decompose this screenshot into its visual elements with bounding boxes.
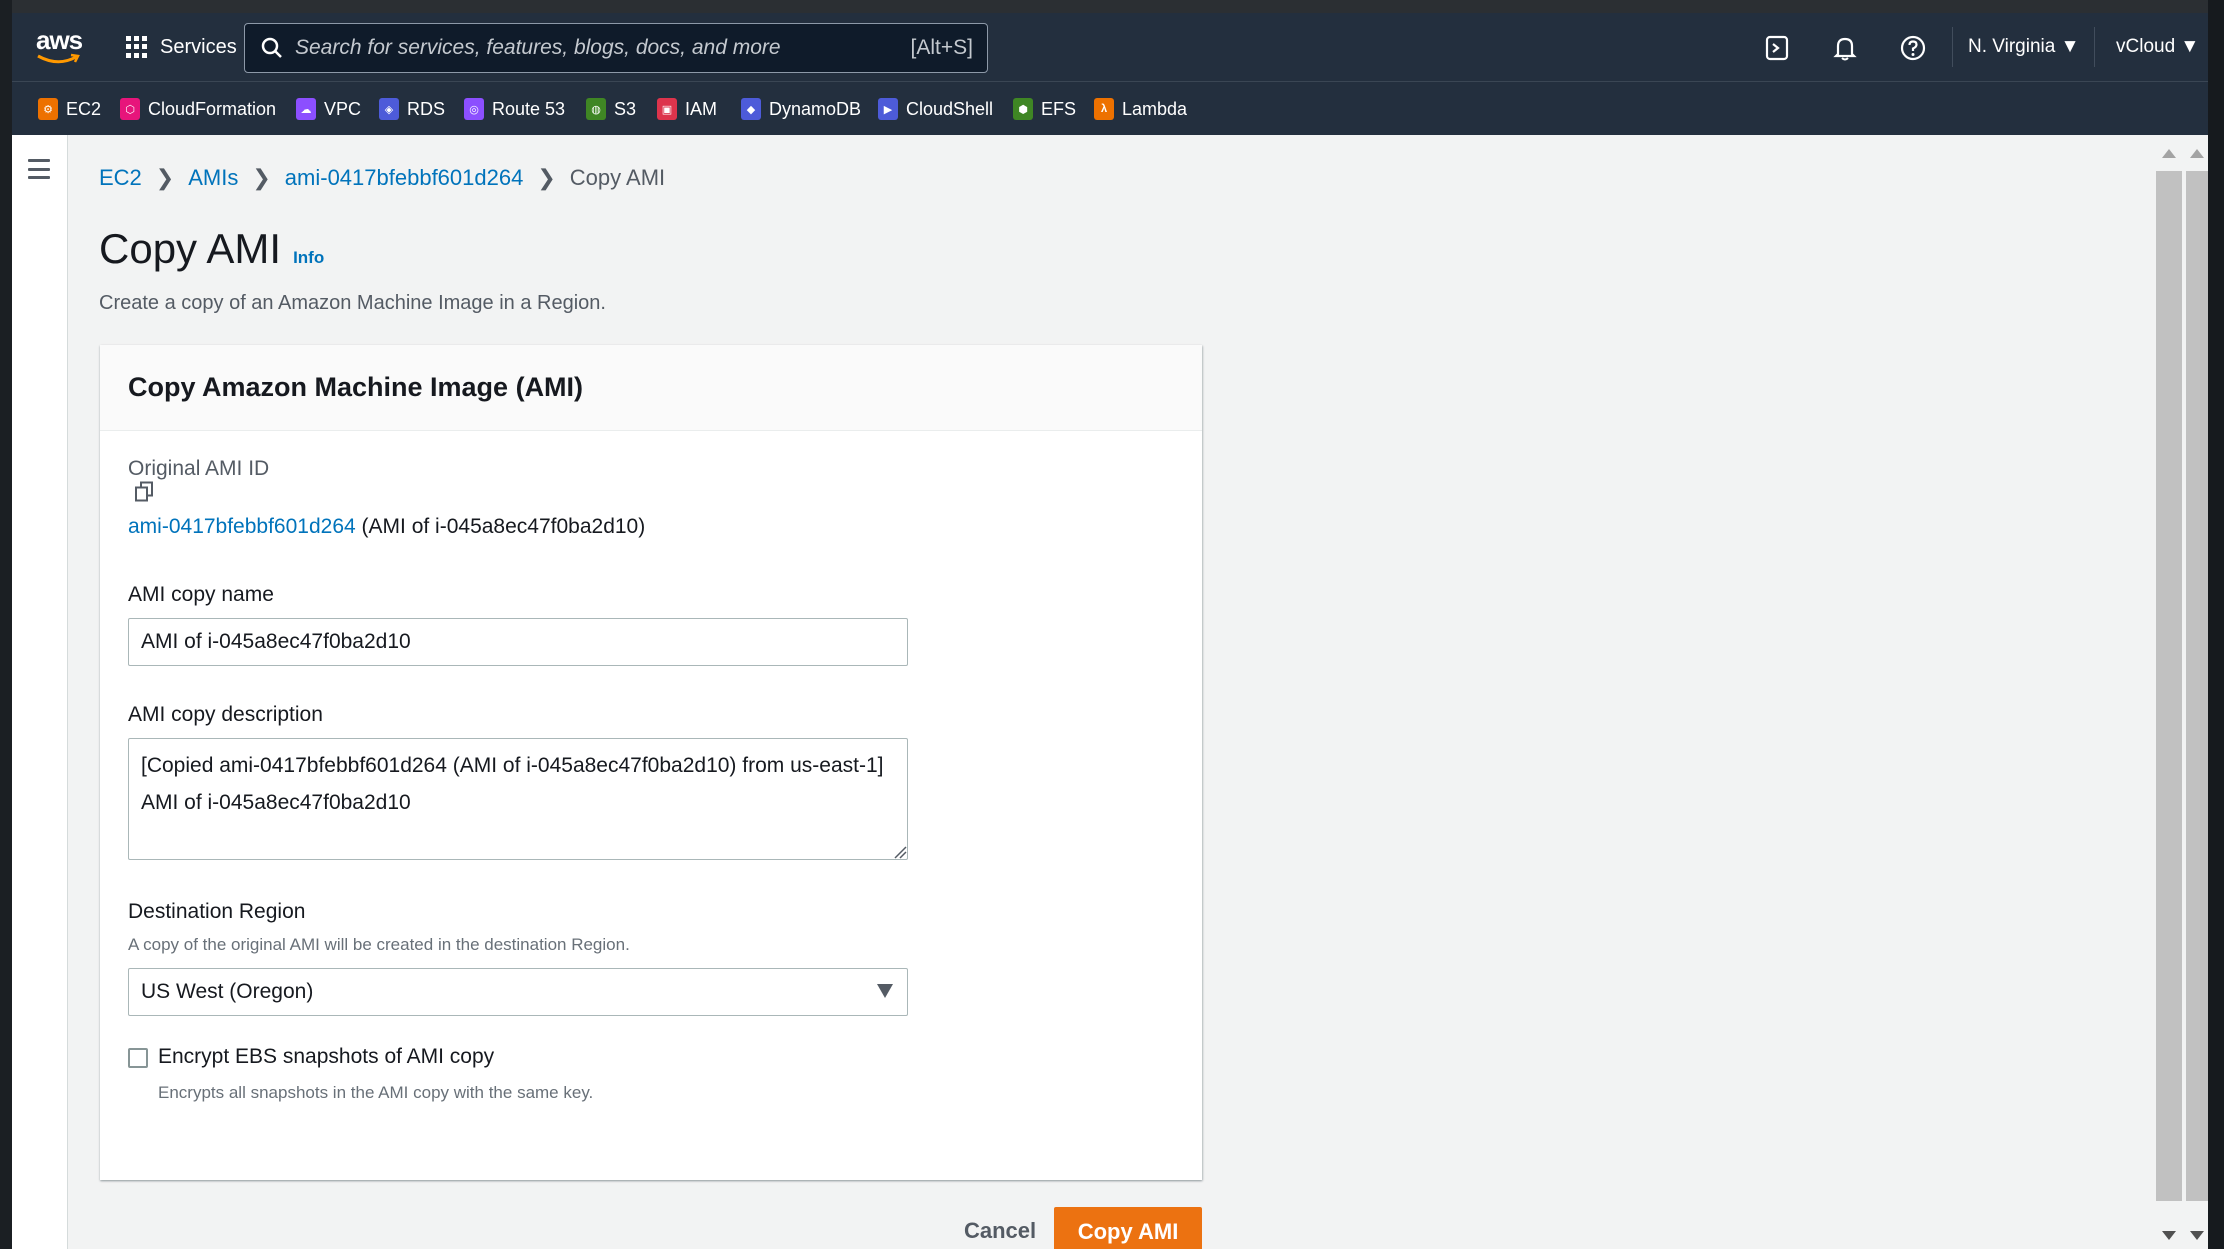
lambda-icon: λ — [1094, 98, 1114, 120]
breadcrumb-current: Copy AMI — [569, 165, 666, 190]
ec2-icon: ⚙ — [38, 98, 58, 120]
side-navigation — [12, 135, 68, 1249]
favorite-cloudshell[interactable]: ▶ CloudShell — [878, 82, 993, 136]
vpc-icon: ☁ — [296, 98, 316, 120]
chevron-right-icon: ❯ — [252, 165, 271, 190]
favorite-ec2[interactable]: ⚙ EC2 — [38, 82, 101, 136]
encrypt-snapshots-checkbox[interactable] — [128, 1048, 148, 1068]
search-shortcut: [Alt+S] — [910, 36, 973, 59]
chevron-right-icon: ❯ — [155, 165, 175, 190]
cloudshell-fav-icon: ▶ — [878, 98, 898, 120]
favorite-route53[interactable]: ◎ Route 53 — [464, 82, 565, 136]
dynamodb-icon: ◆ — [741, 98, 761, 120]
breadcrumb: EC2 ❯ AMIs ❯ ami-0417bfebbf601d264 ❯ Cop… — [99, 165, 665, 191]
window-right-frame — [2208, 0, 2224, 1249]
favorite-efs[interactable]: ⬢ EFS — [1013, 82, 1076, 136]
cancel-button[interactable]: Cancel — [952, 1207, 1048, 1249]
original-ami-link[interactable]: ami-0417bfebbf601d264 — [128, 515, 356, 538]
resize-handle-icon[interactable] — [893, 845, 907, 859]
favorite-s3[interactable]: ◍ S3 — [586, 82, 636, 136]
hamburger-menu-icon[interactable] — [28, 159, 50, 179]
top-navigation: aws Services [Alt+S] — [12, 13, 2208, 81]
favorite-cloudformation[interactable]: ⬡ CloudFormation — [120, 82, 276, 136]
services-label: Services — [160, 35, 237, 58]
services-menu-button[interactable]: Services — [126, 13, 237, 81]
scroll-up-icon[interactable] — [2162, 149, 2176, 158]
search-icon — [261, 37, 282, 58]
copy-ami-panel: Copy Amazon Machine Image (AMI) Original… — [100, 345, 1202, 1180]
ami-copy-name-label: AMI copy name — [128, 583, 274, 606]
cloudshell-icon[interactable] — [1762, 33, 1792, 63]
favorite-vpc[interactable]: ☁ VPC — [296, 82, 361, 136]
account-menu[interactable]: vCloud ▼ — [2116, 13, 2199, 81]
favorites-bar: ⚙ EC2 ⬡ CloudFormation ☁ VPC ◈ RDS ◎ Route 53… — [12, 81, 2208, 135]
bell-icon[interactable] — [1830, 33, 1860, 63]
main-content: EC2 ❯ AMIs ❯ ami-0417bfebbf601d264 ❯ Cop… — [12, 135, 2152, 1249]
favorite-dynamodb[interactable]: ◆ DynamoDB — [741, 82, 861, 136]
original-ami-suffix: (AMI of i-045a8ec47f0ba2d10) — [361, 515, 646, 538]
search-input[interactable] — [295, 36, 911, 60]
window-top-frame — [0, 0, 2224, 13]
favorite-iam[interactable]: ▣ IAM — [657, 82, 717, 136]
original-ami-label: Original AMI ID — [128, 457, 270, 480]
scrollbar-thumb[interactable] — [2156, 171, 2182, 1201]
favorite-rds[interactable]: ◈ RDS — [379, 82, 445, 136]
breadcrumb-ami-id[interactable]: ami-0417bfebbf601d264 — [285, 165, 524, 191]
breadcrumb-ec2[interactable]: EC2 — [99, 165, 142, 191]
aws-smile-icon — [37, 53, 80, 64]
page-description: Create a copy of an Amazon Machine Image… — [99, 292, 606, 314]
rds-icon: ◈ — [379, 98, 399, 120]
encrypt-snapshots-label[interactable]: Encrypt EBS snapshots of AMI copy — [158, 1045, 494, 1069]
iam-icon: ▣ — [657, 98, 677, 120]
destination-region-hint: A copy of the original AMI will be creat… — [128, 935, 630, 954]
page-title: Copy AMI Info — [99, 225, 324, 273]
scroll-up-icon[interactable] — [2190, 149, 2204, 158]
destination-region-label: Destination Region — [128, 900, 306, 923]
breadcrumb-amis[interactable]: AMIs — [188, 165, 238, 191]
panel-header: Copy Amazon Machine Image (AMI) — [100, 345, 1202, 431]
ami-copy-description-input[interactable]: [Copied ami-0417bfebbf601d264 (AMI of i-… — [128, 738, 908, 860]
info-link[interactable]: Info — [293, 248, 324, 268]
destination-region-value: US West (Oregon) — [141, 980, 314, 1003]
scrollbar-thumb[interactable] — [2186, 171, 2208, 1201]
caret-down-icon — [877, 984, 893, 998]
ami-copy-name-input[interactable] — [128, 618, 908, 666]
aws-logo-text: aws — [36, 25, 83, 55]
encrypt-snapshots-hint: Encrypts all snapshots in the AMI copy w… — [158, 1083, 594, 1102]
destination-region-select[interactable]: US West (Oregon) — [128, 968, 908, 1016]
panel-title: Copy Amazon Machine Image (AMI) — [128, 372, 584, 402]
favorite-lambda[interactable]: λ Lambda — [1094, 82, 1187, 136]
window-left-frame — [0, 0, 12, 1249]
search-bar[interactable]: [Alt+S] — [244, 23, 988, 73]
aws-logo[interactable]: aws — [36, 25, 83, 67]
original-ami-value: ami-0417bfebbf601d264 (AMI of i-045a8ec4… — [128, 515, 645, 539]
copy-ami-button[interactable]: Copy AMI — [1054, 1207, 1202, 1249]
page-scrollbar[interactable] — [2144, 135, 2208, 1249]
ami-copy-description-label: AMI copy description — [128, 703, 323, 726]
help-icon[interactable] — [1898, 33, 1928, 63]
scroll-down-icon[interactable] — [2162, 1231, 2176, 1240]
efs-icon: ⬢ — [1013, 98, 1033, 120]
grid-icon — [126, 36, 148, 58]
route53-icon: ◎ — [464, 98, 484, 120]
cloudformation-icon: ⬡ — [120, 98, 140, 120]
nav-divider — [1952, 27, 1953, 67]
nav-divider — [2094, 27, 2095, 67]
region-selector[interactable]: N. Virginia ▼ — [1968, 13, 2079, 81]
s3-icon: ◍ — [586, 98, 606, 120]
page-title-text: Copy AMI — [99, 225, 282, 272]
copy-icon[interactable] — [134, 481, 154, 503]
scroll-down-icon[interactable] — [2190, 1231, 2204, 1240]
chevron-right-icon: ❯ — [537, 165, 556, 190]
